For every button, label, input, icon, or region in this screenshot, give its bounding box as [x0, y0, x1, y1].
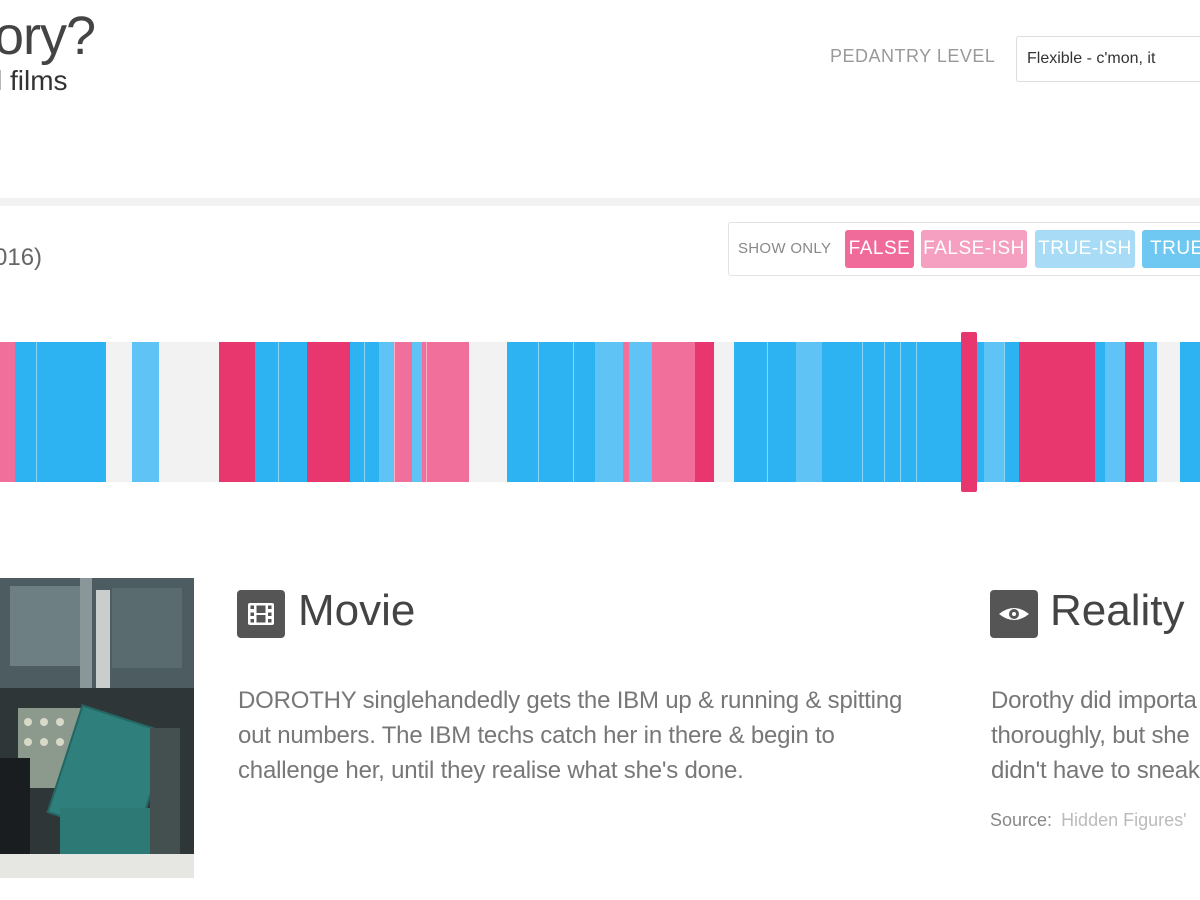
scene-stripe-true-ish[interactable]: [595, 342, 624, 482]
reality-line-2: thoroughly, but she: [991, 722, 1190, 749]
reality-line-1: Dorothy did importa: [991, 687, 1197, 714]
scene-stripe-false-ish[interactable]: [652, 342, 696, 482]
scene-stripe-true[interactable]: [255, 342, 308, 482]
reality-line-3: didn't have to sneak: [991, 757, 1200, 784]
filter-true-ish-button[interactable]: TRUE-ISH: [1035, 230, 1135, 268]
scene-divider: [364, 342, 365, 482]
scene-stripe-true-ish[interactable]: [796, 342, 823, 482]
scene-stripe-false[interactable]: [219, 342, 256, 482]
reality-heading: Reality: [1050, 586, 1185, 635]
scene-divider: [394, 342, 395, 482]
scene-divider: [767, 342, 768, 482]
filter-false-button[interactable]: FALSE: [845, 230, 914, 268]
scene-timeline: [0, 342, 1200, 482]
scene-divider: [884, 342, 885, 482]
scene-stripe-false[interactable]: [307, 342, 351, 482]
scene-stripe-unknown[interactable]: [106, 342, 134, 482]
scene-divider: [862, 342, 863, 482]
scene-stripe-true[interactable]: [14, 342, 107, 482]
scene-divider: [1004, 342, 1005, 482]
section-divider: [0, 198, 1200, 206]
current-scene-marker[interactable]: [961, 332, 977, 492]
scene-stripe-true[interactable]: [734, 342, 797, 482]
film-icon: [237, 590, 285, 638]
scene-stripe-true-ish[interactable]: [132, 342, 160, 482]
scene-stripe-true-ish[interactable]: [1105, 342, 1126, 482]
show-only-label: SHOW ONLY: [738, 240, 832, 257]
scene-divider: [900, 342, 901, 482]
scene-stripe-true[interactable]: [1180, 342, 1200, 482]
scene-stripe-false[interactable]: [694, 342, 716, 482]
movie-still-image: [0, 578, 194, 878]
scene-stripe-true[interactable]: [1003, 342, 1020, 482]
pedantry-label: PEDANTRY LEVEL: [830, 46, 996, 66]
scene-stripe-true[interactable]: [506, 342, 596, 482]
movie-heading: Movie: [298, 586, 416, 635]
scene-stripe-false-ish[interactable]: [421, 342, 470, 482]
scene-stripe-unknown[interactable]: [469, 342, 508, 482]
scene-divider: [36, 342, 37, 482]
scene-stripe-unknown[interactable]: [714, 342, 735, 482]
source-line: Source: Hidden Figures': [990, 810, 1187, 831]
scene-stripe-false[interactable]: [1124, 342, 1146, 482]
scene-stripe-false-ish[interactable]: [394, 342, 413, 482]
scene-divider: [426, 342, 427, 482]
scene-stripe-unknown[interactable]: [1157, 342, 1181, 482]
filter-false-ish-button[interactable]: FALSE-ISH: [921, 230, 1027, 268]
page-subtitle: l films: [0, 65, 68, 96]
filter-true-button[interactable]: TRUE: [1142, 230, 1200, 268]
scene-divider: [278, 342, 279, 482]
eye-icon: [990, 590, 1038, 638]
film-year: 016): [0, 244, 43, 271]
scene-divider: [573, 342, 574, 482]
scene-stripe-unknown[interactable]: [158, 342, 220, 482]
scene-stripe-true-ish[interactable]: [984, 342, 1005, 482]
source-label: Source:: [990, 810, 1053, 830]
pedantry-select[interactable]: Flexible - c'mon, it: [1016, 36, 1200, 82]
movie-description: DOROTHY singlehandedly gets the IBM up &…: [238, 687, 903, 784]
scene-stripe-false-ish[interactable]: [0, 342, 16, 482]
scene-divider: [916, 342, 917, 482]
scene-stripe-true-ish[interactable]: [629, 342, 653, 482]
source-link[interactable]: Hidden Figures': [1061, 810, 1187, 830]
scene-stripe-true-ish[interactable]: [1144, 342, 1159, 482]
scene-stripe-false[interactable]: [1018, 342, 1096, 482]
scene-stripe-true-ish[interactable]: [379, 342, 395, 482]
scene-divider: [538, 342, 539, 482]
page-title: ory?: [0, 6, 96, 66]
